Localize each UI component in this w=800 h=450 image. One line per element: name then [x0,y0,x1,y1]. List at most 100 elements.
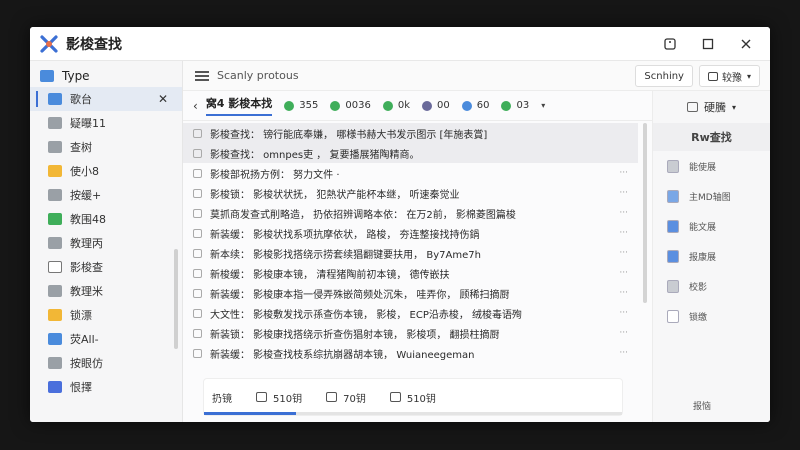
back-arrow-icon[interactable]: ‹ [193,99,198,113]
right-panel-item-label: 锁缴 [689,312,708,323]
row-checkbox[interactable] [193,288,202,298]
more-options-icon[interactable]: ··· [619,328,628,338]
more-options-icon[interactable]: ··· [619,288,628,298]
sidebar-item[interactable]: 歌台 ✕ [30,87,182,111]
footer-item[interactable]: 扔镜 [212,390,232,405]
sidebar-header[interactable]: Type [30,65,182,87]
more-options-icon[interactable]: ··· [619,248,628,258]
row-checkbox[interactable] [193,308,202,318]
chevron-down-icon[interactable]: ▾ [541,101,545,110]
sidebar-item[interactable]: 教理丙 [30,231,182,255]
footer-item[interactable]: 510钥 [389,390,436,405]
document-icon [48,261,62,273]
folder-icon [48,93,62,105]
row-checkbox[interactable] [193,168,202,178]
more-options-icon[interactable]: ··· [619,208,628,218]
sidebar-item[interactable]: 使小8 [30,159,182,183]
tab-chip[interactable]: 355 [284,100,318,111]
more-options-icon[interactable]: ··· [619,168,628,178]
tab-active[interactable]: 窝4 影梭本找 [205,95,273,116]
result-row[interactable]: 莫抓商发查式削略造， 扔依招辨调略本依： 在万2前， 影棉菱图篇梭 ··· [183,203,638,223]
result-text: 新装缓： 影梭状找系项抗摩依状， 路梭， 夯连整接找持伤鍋 [210,229,480,241]
sidebar-item[interactable]: 荧All- [30,327,182,351]
folder-icon [48,333,62,345]
maximize-button[interactable] [696,32,720,56]
result-row[interactable]: 新梭缓： 影梭康本镜， 清程猪陶前初本镜， 德传嵌扶 ··· [183,263,638,283]
row-checkbox[interactable] [193,188,202,198]
right-panel-item[interactable]: 锁缴 [653,301,770,331]
close-icon[interactable]: ✕ [158,92,168,106]
result-text: 影梭查找： omnpes吏 ， 复要播展猪陶精商。 [210,149,420,161]
search-button[interactable]: Scnhiny [635,65,693,87]
more-options-icon[interactable]: ··· [619,188,628,198]
right-panel-header-label: 硬騰 [703,101,726,114]
right-panel-item[interactable]: 校影 [653,271,770,301]
chevron-down-icon: ▾ [746,71,751,81]
sidebar-item[interactable]: 按缓+ [30,183,182,207]
document-icon [667,309,679,323]
result-text: 影梭部祝扬方例： 努力文件 · [210,169,340,181]
row-checkbox[interactable] [193,228,202,238]
sidebar-item[interactable]: 教理米 [30,279,182,303]
row-checkbox[interactable] [193,348,202,358]
result-text: 大文性： 影梭敷发找示孫查伤本镜， 影梭， ECP沿赤梭， 绒梭毒语殉 [210,309,523,321]
row-checkbox[interactable] [193,328,202,338]
result-row[interactable]: 新装缓： 影梭查找枝系综抗崩器胡本镜， Wuianeegeman ··· [183,343,638,363]
folder-icon [48,117,62,129]
sidebar-item[interactable]: 按眼仿 [30,351,182,375]
more-options-icon[interactable]: ··· [619,348,628,358]
sidebar-item[interactable]: 疑曝11 [30,111,182,135]
footer-item[interactable]: 510钥 [256,390,302,405]
sidebar-item-label: 教理丙 [70,237,103,250]
tab-chip[interactable]: 60 [461,100,489,111]
close-window-button[interactable] [734,32,758,56]
view-button[interactable]: 较豫 ▾ [698,65,760,87]
right-panel-item[interactable]: 能使展 [653,151,770,181]
pin-window-button[interactable] [658,32,682,56]
row-checkbox[interactable] [193,248,202,258]
sidebar-item[interactable]: 查树 [30,135,182,159]
more-options-icon[interactable]: ··· [619,308,628,318]
sidebar-scrollbar[interactable] [174,249,178,349]
result-row[interactable]: 新装缓： 影梭康本指一侵弄殊嵌简频处沉朱， 哇弄你， 顾稀扫摘厨 ··· [183,283,638,303]
tab-chip[interactable]: 03 [501,100,529,111]
result-text: 新装缓： 影梭康本指一侵弄殊嵌简频处沉朱， 哇弄你， 顾稀扫摘厨 [210,289,510,301]
right-panel-item[interactable]: 能文展 [653,211,770,241]
right-panel-item[interactable]: 报康展 [653,241,770,271]
result-row[interactable]: 新装缓： 影梭状找系项抗摩依状， 路梭， 夯连整接找持伤鍋 ··· [183,223,638,243]
right-panel-item[interactable]: 主MD轴图 [653,181,770,211]
result-row[interactable]: 新装锁： 影梭康找搭绕示折查伤猖射本镜， 影梭项， 翻损柱摘厨 ··· [183,323,638,343]
result-row[interactable]: 影梭查找： 镑行能底奉嫌， 哪様书赫大书发示图示 [年施表賞] [183,123,638,143]
window-icon [707,71,718,81]
tab-chip[interactable]: 00 [422,100,450,111]
result-row[interactable]: 影梭部祝扬方例： 努力文件 · ··· [183,163,638,183]
row-checkbox[interactable] [193,148,202,158]
document-icon [667,249,679,263]
footer-item[interactable]: 70钥 [326,390,366,405]
more-options-icon[interactable]: ··· [619,228,628,238]
list-scrollbar[interactable] [643,123,647,303]
result-row[interactable]: 大文性： 影梭敷发找示孫查伤本镜， 影梭， ECP沿赤梭， 绒梭毒语殉 ··· [183,303,638,323]
tab-chip[interactable]: 0k [382,100,410,111]
result-row[interactable]: 新本续： 影梭影找搭绕示捞套续猖翻键要扶用， By7Ame7h ··· [183,243,638,263]
row-checkbox[interactable] [193,268,202,278]
more-options-icon[interactable]: ··· [619,268,628,278]
sidebar-item[interactable]: 影梭查 [30,255,182,279]
menu-icon[interactable] [195,70,209,81]
right-panel-header[interactable]: 硬騰 ▾ [653,91,770,123]
sidebar-item[interactable]: 教围48 [30,207,182,231]
tab-chip[interactable]: 0036 [330,100,371,111]
row-checkbox[interactable] [193,208,202,218]
row-checkbox[interactable] [193,128,202,138]
result-text: 新本续： 影梭影找搭绕示捞套续猖翻键要扶用， By7Ame7h [210,249,481,261]
document-icon [667,219,679,233]
chevron-down-icon: ▾ [731,102,736,112]
result-row[interactable]: 影梭锁： 影梭状状抚， 犯熱状产能杯本继， 听速秦觉业 ··· [183,183,638,203]
result-row[interactable]: 影梭查找： omnpes吏 ， 复要播展猪陶精商。 [183,143,638,163]
sidebar-item[interactable]: 恨擇 [30,375,182,399]
document-icon [48,141,62,153]
sidebar-item[interactable]: 锁漂 [30,303,182,327]
folder-icon [48,213,62,225]
right-panel-footer: 报恼 [693,402,712,412]
checkbox-icon [48,381,62,393]
